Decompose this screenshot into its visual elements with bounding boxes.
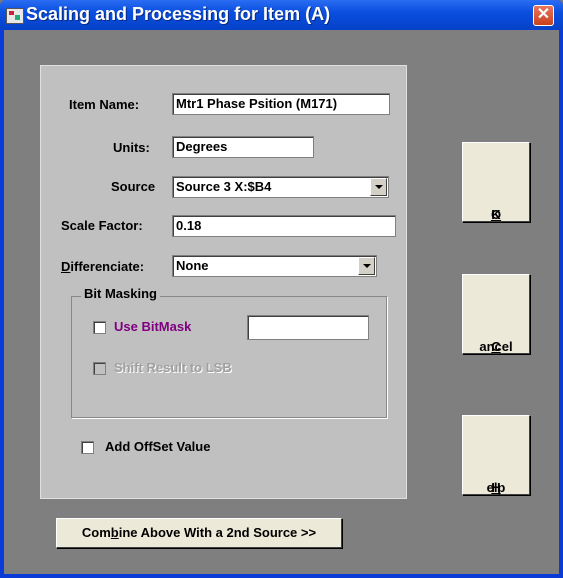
- window-bottom-border: [0, 574, 563, 578]
- help-label-rest: elp: [486, 480, 506, 495]
- dialog-client-area: Item Name: Mtr1 Phase Psition (M171) Uni…: [4, 30, 559, 574]
- source-select-value: Source 3 X:$B4: [176, 179, 272, 194]
- scale-factor-input[interactable]: 0.18: [172, 215, 396, 237]
- scale-factor-label: Scale Factor:: [61, 218, 143, 233]
- source-label: Source: [111, 179, 156, 194]
- units-label: Units:: [113, 140, 150, 155]
- chevron-down-icon[interactable]: [358, 257, 375, 275]
- close-button[interactable]: ✕: [533, 5, 554, 26]
- title-bar[interactable]: Scaling and Processing for Item (A) ✕: [0, 0, 563, 30]
- bitmask-value-input[interactable]: [247, 315, 369, 340]
- help-button[interactable]: Help: [462, 415, 530, 495]
- item-name-input[interactable]: Mtr1 Phase Psition (M171): [172, 93, 390, 115]
- use-bitmask-checkbox[interactable]: [93, 321, 106, 334]
- differentiate-accel-key: D: [61, 259, 71, 274]
- combine-second-source-button[interactable]: Combine Above With a 2nd Source >>: [56, 518, 342, 548]
- differentiate-select[interactable]: None: [172, 255, 377, 277]
- differentiate-label: Differenciate:: [61, 259, 144, 274]
- ok-button[interactable]: OK: [462, 142, 530, 222]
- add-offset-checkbox[interactable]: [81, 441, 94, 454]
- differentiate-label-rest: ifferenciate:: [70, 259, 145, 274]
- differentiate-select-value: None: [176, 258, 209, 273]
- units-input[interactable]: Degrees: [172, 136, 314, 158]
- use-bitmask-label: Use BitMask: [114, 319, 192, 334]
- shift-result-checkbox: [93, 362, 106, 375]
- dialog-window: Scaling and Processing for Item (A) ✕ It…: [0, 0, 563, 578]
- settings-panel: Item Name: Mtr1 Phase Psition (M171) Uni…: [40, 65, 407, 499]
- chevron-down-icon[interactable]: [370, 178, 387, 196]
- window-title: Scaling and Processing for Item (A): [26, 4, 331, 24]
- add-offset-label: Add OffSet Value: [105, 439, 211, 454]
- shift-result-label: Shift Result to LSB: [114, 360, 232, 375]
- app-icon: [6, 8, 24, 24]
- source-select[interactable]: Source 3 X:$B4: [172, 176, 389, 198]
- cancel-button[interactable]: Cancel: [462, 274, 530, 354]
- combine-accel-key: b: [110, 525, 119, 540]
- ok-label-rest: K: [491, 207, 501, 222]
- bit-masking-group-label: Bit Masking: [81, 286, 160, 301]
- cancel-label-rest: ancel: [479, 339, 513, 354]
- combine-label-post: ine Above With a 2nd Source >>: [118, 525, 317, 540]
- combine-label-pre: Com: [81, 525, 111, 540]
- item-name-label: Item Name:: [69, 97, 140, 112]
